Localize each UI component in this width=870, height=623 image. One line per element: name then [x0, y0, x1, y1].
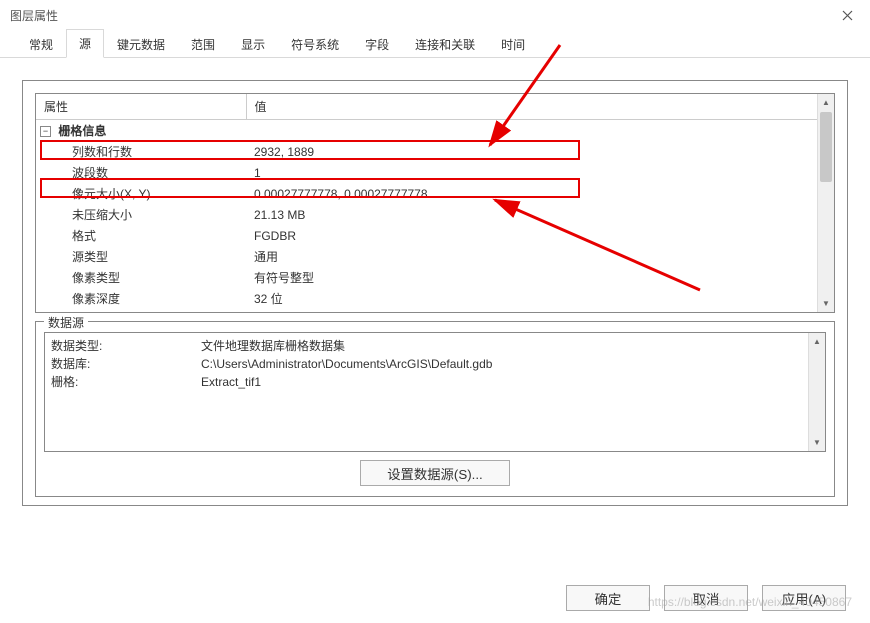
prop-uncompressed: 未压缩大小	[36, 204, 246, 225]
prop-bands: 波段数	[36, 162, 246, 183]
group-row-raster-info: − 栅格信息	[36, 120, 817, 142]
scroll-thumb[interactable]	[820, 112, 832, 182]
window-title: 图层属性	[10, 7, 58, 24]
ok-button[interactable]: 确定	[566, 585, 650, 611]
tab-time[interactable]: 时间	[488, 30, 538, 58]
tab-label: 连接和关联	[415, 38, 475, 52]
scroll-down-icon[interactable]: ▼	[818, 295, 834, 312]
prop-nodata: NoData 值	[36, 309, 246, 312]
group-collapse-toggle[interactable]: −	[40, 126, 51, 137]
close-icon	[842, 10, 853, 21]
prop-pixel-depth: 像素深度	[36, 288, 246, 309]
tab-label: 显示	[241, 38, 265, 52]
tab-extent[interactable]: 范围	[178, 30, 228, 58]
val-cols-rows: 2932, 1889	[246, 141, 817, 162]
val-source-type: 通用	[246, 246, 817, 267]
apply-button[interactable]: 应用(A)	[762, 585, 846, 611]
tab-symbology[interactable]: 符号系统	[278, 30, 352, 58]
list-item: 数据库:C:\Users\Administrator\Documents\Arc…	[51, 355, 802, 373]
col-header-value: 值	[246, 94, 817, 120]
table-row: 列数和行数2932, 1889	[36, 141, 817, 162]
data-source-legend: 数据源	[44, 314, 88, 331]
val-nodata	[246, 309, 817, 312]
val-pixel-type: 有符号整型	[246, 267, 817, 288]
list-item: 数据类型:文件地理数据库栅格数据集	[51, 337, 802, 355]
table-row: 像素深度32 位	[36, 288, 817, 309]
tab-label: 范围	[191, 38, 215, 52]
table-row: 源类型通用	[36, 246, 817, 267]
prop-cellsize: 像元大小(X, Y)	[36, 183, 246, 204]
val-format: FGDBR	[246, 225, 817, 246]
table-row: 像元大小(X, Y)0.00027777778, 0.00027777778	[36, 183, 817, 204]
data-source-body: 数据类型:文件地理数据库栅格数据集 数据库:C:\Users\Administr…	[45, 333, 808, 451]
ds-val-raster: Extract_tif1	[201, 373, 261, 391]
val-pixel-depth: 32 位	[246, 288, 817, 309]
close-button[interactable]	[832, 0, 862, 30]
content-area: 属性 值 − 栅格信息 列数和行数2932, 1889 波段数1	[0, 58, 870, 514]
table-row: 波段数1	[36, 162, 817, 183]
prop-pixel-type: 像素类型	[36, 267, 246, 288]
table-row: 格式FGDBR	[36, 225, 817, 246]
prop-source-type: 源类型	[36, 246, 246, 267]
tab-label: 常规	[29, 38, 53, 52]
tab-label: 符号系统	[291, 38, 339, 52]
title-bar: 图层属性	[0, 0, 870, 30]
vertical-scrollbar[interactable]: ▲ ▼	[817, 94, 834, 312]
properties-scroll: 属性 值 − 栅格信息 列数和行数2932, 1889 波段数1	[36, 94, 817, 312]
val-uncompressed: 21.13 MB	[246, 204, 817, 225]
properties-box: 属性 值 − 栅格信息 列数和行数2932, 1889 波段数1	[35, 93, 835, 313]
tab-joins-relates[interactable]: 连接和关联	[402, 30, 488, 58]
col-header-property: 属性	[36, 94, 246, 120]
prop-format: 格式	[36, 225, 246, 246]
tab-general[interactable]: 常规	[16, 30, 66, 58]
scroll-down-icon[interactable]: ▼	[809, 434, 825, 451]
set-data-source-button[interactable]: 设置数据源(S)...	[360, 460, 510, 486]
tab-fields[interactable]: 字段	[352, 30, 402, 58]
group-label: 栅格信息	[58, 124, 106, 138]
scroll-up-icon[interactable]: ▲	[818, 94, 834, 111]
set-source-row: 设置数据源(S)...	[44, 452, 826, 488]
data-source-groupbox: 数据源 数据类型:文件地理数据库栅格数据集 数据库:C:\Users\Admin…	[35, 321, 835, 497]
tab-key-metadata[interactable]: 键元数据	[104, 30, 178, 58]
scroll-up-icon[interactable]: ▲	[809, 333, 825, 350]
table-row: 未压缩大小21.13 MB	[36, 204, 817, 225]
tab-display[interactable]: 显示	[228, 30, 278, 58]
cancel-button[interactable]: 取消	[664, 585, 748, 611]
tab-label: 字段	[365, 38, 389, 52]
vertical-scrollbar[interactable]: ▲ ▼	[808, 333, 825, 451]
list-item: 栅格:Extract_tif1	[51, 373, 802, 391]
val-cellsize: 0.00027777778, 0.00027777778	[246, 183, 817, 204]
data-source-inner: 数据类型:文件地理数据库栅格数据集 数据库:C:\Users\Administr…	[44, 332, 826, 452]
prop-cols-rows: 列数和行数	[36, 141, 246, 162]
tab-strip: 常规 源 键元数据 范围 显示 符号系统 字段 连接和关联 时间	[0, 30, 870, 58]
tab-source[interactable]: 源	[66, 29, 104, 58]
properties-table: 属性 值 − 栅格信息 列数和行数2932, 1889 波段数1	[36, 94, 817, 312]
ds-val-db: C:\Users\Administrator\Documents\ArcGIS\…	[201, 355, 492, 373]
val-bands: 1	[246, 162, 817, 183]
ds-label-raster: 栅格:	[51, 373, 201, 391]
dialog-button-row: 确定 取消 应用(A)	[566, 585, 846, 611]
tab-label: 时间	[501, 38, 525, 52]
tab-label: 键元数据	[117, 38, 165, 52]
tab-label: 源	[79, 37, 91, 51]
table-row: 像素类型有符号整型	[36, 267, 817, 288]
table-row: NoData 值	[36, 309, 817, 312]
ds-label-type: 数据类型:	[51, 337, 201, 355]
source-panel: 属性 值 − 栅格信息 列数和行数2932, 1889 波段数1	[22, 80, 848, 506]
ds-val-type: 文件地理数据库栅格数据集	[201, 337, 345, 355]
ds-label-db: 数据库:	[51, 355, 201, 373]
